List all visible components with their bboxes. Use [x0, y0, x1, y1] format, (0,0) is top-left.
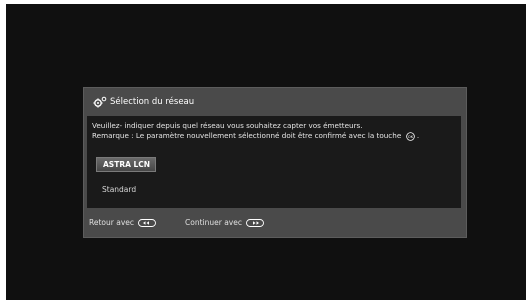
dialog-body: Veuillez- indiquer depuis quel réseau vo… — [87, 116, 461, 208]
note-text: Remarque : Le paramètre nouvellement sél… — [92, 131, 419, 141]
network-selection-dialog: Sélection du réseau Veuillez- indiquer d… — [83, 87, 467, 238]
tv-screen: Sélection du réseau Veuillez- indiquer d… — [6, 4, 526, 300]
gear-icon — [93, 96, 107, 108]
forward-button-icon — [246, 218, 264, 227]
option-standard[interactable]: Standard — [96, 182, 156, 197]
svg-text:OK: OK — [407, 134, 413, 138]
back-hint-label: Retour avec — [89, 218, 135, 227]
dialog-footer: Retour avec Continuer avec — [84, 208, 466, 237]
option-astra-lcn[interactable]: ASTRA LCN — [96, 157, 156, 172]
note-text-end: . — [416, 131, 420, 140]
note-text-label: Remarque : Le paramètre nouvellement sél… — [92, 131, 402, 140]
back-hint[interactable]: Retour avec — [89, 217, 156, 228]
dialog-title: Sélection du réseau — [110, 97, 195, 107]
instruction-text: Veuillez- indiquer depuis quel réseau vo… — [92, 121, 363, 130]
dialog-header: Sélection du réseau — [84, 88, 466, 116]
back-button-icon — [138, 218, 156, 227]
continue-hint-label: Continuer avec — [185, 218, 242, 227]
continue-hint[interactable]: Continuer avec — [185, 217, 264, 228]
ok-button-icon: OK — [405, 131, 415, 141]
